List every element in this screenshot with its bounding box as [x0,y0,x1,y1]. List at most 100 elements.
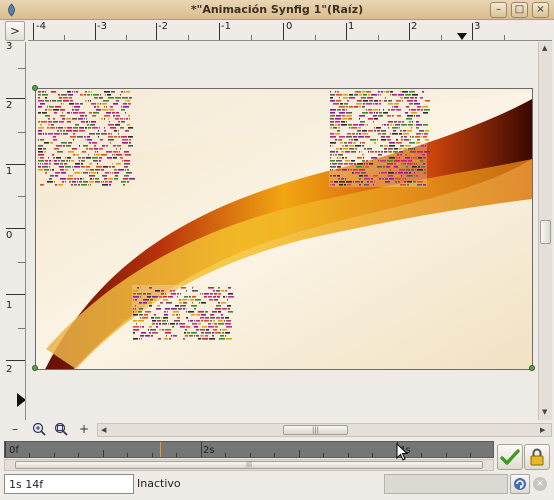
scrollbar-thumb[interactable]: ||| [283,425,348,435]
canvas-noise-mark [336,148,339,150]
timebar[interactable]: 0f 2s 4s [4,441,494,458]
refresh-button[interactable] [510,474,530,494]
canvas-noise-mark [225,290,227,292]
canvas-noise-mark [67,91,71,93]
current-time-field[interactable]: 1s 14f [4,474,134,494]
canvas-noise-mark [124,160,130,162]
corner-handle[interactable] [529,365,535,371]
canvas-noise-mark [335,91,336,93]
animation-mode-toggle-button[interactable] [497,444,523,470]
canvas-noise-mark [112,166,115,168]
canvas-noise-mark [409,121,411,123]
window-titlebar[interactable]: *"Animación Synfig 1"(Raíz) – □ × [0,0,554,20]
canvas-noise-mark [47,106,48,108]
canvas-noise-mark [216,290,220,292]
canvas-noise-mark [97,151,98,153]
canvas-noise-mark [335,139,337,141]
canvas-noise-mark [161,317,162,319]
canvas-noise-mark [55,106,61,108]
canvas-noise-mark [126,118,128,120]
status-text: Inactivo [137,477,181,490]
scrollbar-thumb[interactable]: ||| [15,461,483,469]
canvas-noise-mark [85,100,87,102]
zoom-fit-icon[interactable] [53,422,69,438]
canvas-noise-mark [344,142,347,144]
canvas-noise-mark [183,308,185,310]
canvas-noise-mark [162,329,164,331]
canvas-noise-mark [394,121,397,123]
canvas-noise-mark [388,100,392,102]
canvas-horizontal-scrollbar[interactable]: ◀ ||| ▶ [97,423,552,437]
canvas-noise-mark [345,157,347,159]
canvas-noise-mark [177,317,180,319]
canvas-noise-mark [94,148,98,150]
hruler-label: 0 [286,21,293,32]
canvas-noise-mark [149,305,152,307]
canvas-noise-mark [342,157,344,159]
canvas-noise-mark [151,335,153,337]
scroll-right-icon[interactable]: ▶ [540,426,545,434]
canvas-noise-mark [69,160,70,162]
canvas-noise-mark [345,160,350,162]
zoom-out-icon[interactable]: – [7,422,23,438]
canvas-noise-mark [367,97,373,99]
canvas-noise-mark [402,178,404,180]
scroll-down-icon[interactable]: ▼ [542,408,547,416]
canvas-noise-mark [74,184,77,186]
canvas-noise-mark [80,103,83,105]
canvas-noise-mark [156,326,158,328]
canvas-noise-mark [73,112,78,114]
scroll-up-icon[interactable]: ▲ [542,44,547,52]
scrollbar-thumb[interactable] [540,220,551,244]
canvas-noise-mark [191,314,195,316]
canvas-noise-mark [373,115,377,117]
add-icon[interactable]: + [76,422,92,438]
canvas-noise-mark [110,172,111,174]
maximize-icon[interactable]: □ [511,2,528,18]
canvas-noise-mark [93,112,99,114]
canvas-noise-mark [73,130,78,132]
canvas-noise-mark [416,133,421,135]
canvas-frame[interactable] [35,88,533,370]
ruler-toggle-button[interactable]: > [5,21,25,41]
canvas-noise-mark [152,320,156,322]
canvas-noise-mark [413,160,415,162]
timebar-scrollbar[interactable]: ||| [4,459,494,471]
canvas-noise-mark [194,335,195,337]
canvas-noise-mark [224,320,225,322]
corner-handle[interactable] [32,85,38,91]
canvas-noise-mark [55,175,58,177]
canvas-noise-mark [191,305,197,307]
canvas-noise-mark [338,139,342,141]
canvas-noise-mark [94,97,98,99]
canvas-noise-mark [116,154,122,156]
canvas-noise-mark [98,136,99,138]
canvas-noise-mark [356,166,362,168]
canvas-noise-mark [337,91,339,93]
scroll-left-icon[interactable]: ◀ [101,426,106,434]
minimize-icon[interactable]: – [490,2,507,18]
canvas-noise-mark [394,103,399,105]
canvas-noise-mark [164,314,168,316]
canvas-vertical-scrollbar[interactable]: ▲ ▼ [538,42,552,420]
vruler-tick [18,132,25,133]
canvas-noise-mark [50,127,55,129]
canvas-noise-mark [391,154,396,156]
canvas-noise-mark [127,100,130,102]
zoom-in-icon[interactable] [31,422,47,438]
canvas-noise-mark [102,103,107,105]
canvas-noise-mark [412,94,418,96]
close-icon[interactable]: × [532,2,549,18]
canvas-noise-mark [205,332,211,334]
canvas-noise-mark [85,115,87,117]
canvas-noise-mark [376,112,378,114]
canvas-noise-mark [346,109,347,111]
canvas-workarea[interactable] [27,42,538,420]
canvas-noise-mark [390,94,391,96]
canvas-noise-mark [75,109,79,111]
corner-handle[interactable] [32,365,38,371]
keyframe-lock-button[interactable] [524,444,550,470]
canvas-noise-mark [379,172,380,174]
canvas-noise-mark [133,332,135,334]
stop-render-icon[interactable]: × [533,477,547,491]
